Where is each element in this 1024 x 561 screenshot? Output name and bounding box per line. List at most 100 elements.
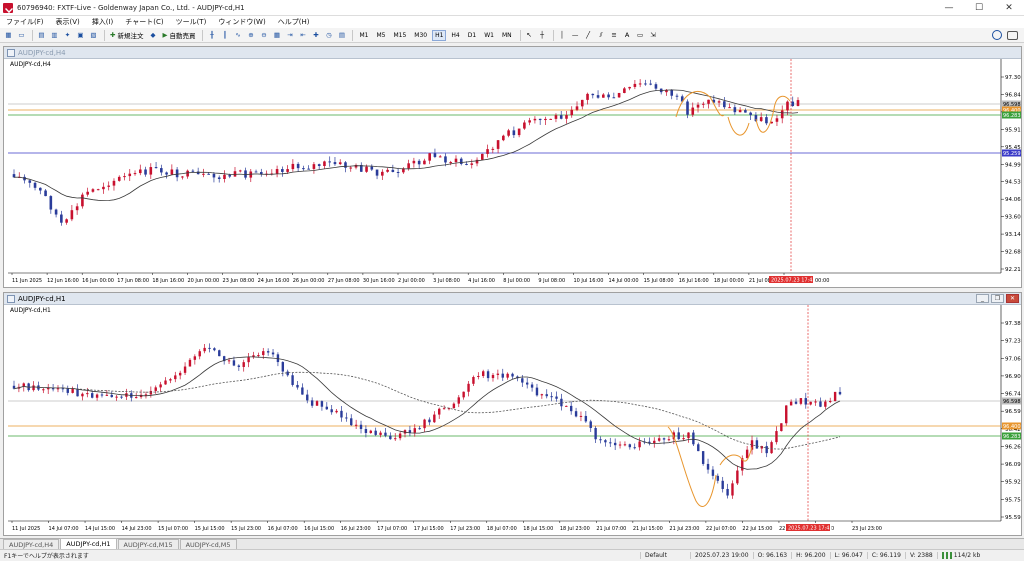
templates-icon[interactable]: ▤ <box>336 30 347 41</box>
candle-body <box>266 351 270 353</box>
timeframe-w1[interactable]: W1 <box>481 30 497 41</box>
candle-body <box>728 107 731 109</box>
chart-close-button[interactable]: ✕ <box>1006 294 1019 303</box>
time-tick-label: 21 Jul 15:00 <box>633 526 663 532</box>
periods-icon[interactable]: ◷ <box>323 30 334 41</box>
label-tool-icon[interactable]: ▭ <box>635 30 646 41</box>
bar-chart-icon[interactable]: ╫ <box>206 30 217 41</box>
metaeditor-icon[interactable]: ◆ <box>147 30 158 41</box>
line-chart-icon[interactable]: ∿ <box>232 30 243 41</box>
cursor-icon[interactable]: ↖ <box>524 30 535 41</box>
menu-file[interactable]: ファイル(F) <box>0 17 50 27</box>
candle-body <box>596 95 600 98</box>
trendline-icon[interactable]: ╱ <box>583 30 594 41</box>
timeframe-mn[interactable]: MN <box>499 30 515 41</box>
menu-chart[interactable]: チャート(C) <box>119 17 169 27</box>
chart-window-h4[interactable]: AUDJPY-cd,H4 AUDJPY-cd,H4 97.300 96.840 96.… <box>3 46 1022 288</box>
timeframe-m30[interactable]: M30 <box>411 30 430 41</box>
chart-minimize-button[interactable]: _ <box>976 294 989 303</box>
title-bar: 60796940: FXTF-Live - Goldenway Japan Co… <box>0 0 1024 16</box>
candle-body <box>442 408 446 410</box>
menu-tools[interactable]: ツール(T) <box>170 17 213 27</box>
candle-body <box>107 185 111 187</box>
candle-body <box>312 164 316 169</box>
candle-body <box>149 167 153 175</box>
market-watch-icon[interactable]: ▤ <box>36 30 47 41</box>
candle-body <box>691 107 695 115</box>
time-tick-label: 14 Jul 23:00 <box>122 526 152 532</box>
tab-audjpy-m15[interactable]: AUDJPY-cd,M15 <box>117 539 179 549</box>
time-tick-label: 16 Jul 23:00 <box>341 526 371 532</box>
timeframe-d1[interactable]: D1 <box>465 30 479 41</box>
new-chart-icon[interactable]: ▦ <box>3 30 14 41</box>
minimize-button[interactable]: — <box>934 0 964 16</box>
price-chart-h4[interactable]: AUDJPY-cd,H497.30096.84096.41095.91095.4… <box>4 59 1021 287</box>
menu-insert[interactable]: 挿入(I) <box>86 17 120 27</box>
candle-body <box>604 440 607 443</box>
tile-windows-icon[interactable]: ▦ <box>271 30 282 41</box>
candle-body <box>423 160 426 165</box>
candle-body <box>809 401 812 405</box>
navigator-icon[interactable]: ✦ <box>62 30 73 41</box>
time-tick-label: 16 Jun 00:00 <box>82 278 114 284</box>
time-tick-label: 9 Jul 08:00 <box>538 278 565 284</box>
channel-icon[interactable]: ⫽ <box>596 30 607 41</box>
chart-window-h1[interactable]: AUDJPY-cd,H1 _ ❐ ✕ AUDJPY-cd,H1 97.380 97.… <box>3 292 1022 536</box>
chat-icon[interactable] <box>1007 31 1018 40</box>
candle-body <box>170 169 174 175</box>
candle-body <box>579 415 583 417</box>
arrows-tool-icon[interactable]: ⇲ <box>648 30 659 41</box>
tab-audjpy-m5[interactable]: AUDJPY-cd,M5 <box>179 539 237 549</box>
candle-body <box>291 163 295 170</box>
candle-body <box>819 401 822 407</box>
zoom-out-icon[interactable]: ⊖ <box>258 30 269 41</box>
candle-body <box>545 394 548 397</box>
text-tool-icon[interactable]: A <box>622 30 633 41</box>
candlestick-icon[interactable]: ┃ <box>219 30 230 41</box>
candle-body <box>323 161 326 167</box>
indicators-icon[interactable]: ✚ <box>310 30 321 41</box>
menu-view[interactable]: 表示(V) <box>50 17 86 27</box>
timeframe-m15[interactable]: M15 <box>390 30 409 41</box>
menu-help[interactable]: ヘルプ(H) <box>272 17 316 27</box>
candle-body <box>433 414 436 423</box>
vertical-line-icon[interactable]: │ <box>557 30 568 41</box>
timeframe-h1[interactable]: H1 <box>432 29 447 41</box>
tab-audjpy-h4[interactable]: AUDJPY-cd,H4 <box>3 539 60 549</box>
auto-trading-button[interactable]: ▶ 自動売買 <box>160 30 197 41</box>
timeframe-h4[interactable]: H4 <box>448 30 462 41</box>
tab-audjpy-h1[interactable]: AUDJPY-cd,H1 <box>60 538 117 549</box>
tester-icon[interactable]: ▧ <box>88 30 99 41</box>
close-button[interactable]: ✕ <box>994 0 1024 16</box>
search-icon[interactable] <box>992 30 1002 40</box>
chart-shift-icon[interactable]: ⇤ <box>297 30 308 41</box>
status-close: C: 96.119 <box>866 552 905 559</box>
candle-body <box>653 440 656 444</box>
candle-body <box>786 101 789 111</box>
timeframe-m5[interactable]: M5 <box>373 30 388 41</box>
new-order-button[interactable]: ✚ 新規注文 <box>108 30 145 41</box>
candle-body <box>675 95 679 97</box>
candle-body <box>237 365 241 367</box>
maximize-button[interactable]: ☐ <box>964 0 994 16</box>
menu-window[interactable]: ウィンドウ(W) <box>212 17 271 27</box>
timeframe-m1[interactable]: M1 <box>356 30 371 41</box>
fibonacci-icon[interactable]: ≡ <box>609 30 620 41</box>
data-window-icon[interactable]: ▥ <box>49 30 60 41</box>
candle-body <box>701 451 705 464</box>
candle-body <box>76 388 79 397</box>
chart-restore-button[interactable]: ❐ <box>991 294 1004 303</box>
candle-body <box>423 419 426 429</box>
candle-body <box>218 350 221 357</box>
terminal-icon[interactable]: ▣ <box>75 30 86 41</box>
candle-body <box>44 190 47 197</box>
main-toolbar: ▦ ▭ ▤ ▥ ✦ ▣ ▧ ✚ 新規注文 ◆ ▶ 自動売買 ╫ ┃ ∿ ⊕ ⊖ ▦ … <box>0 28 1024 43</box>
crosshair-icon[interactable]: ┼ <box>537 30 548 41</box>
zoom-in-icon[interactable]: ⊕ <box>245 30 256 41</box>
price-chart-h1[interactable]: AUDJPY-cd,H1 97.380 97.230 97.060 96.900 96.7… <box>4 305 1021 535</box>
candle-body <box>462 391 465 398</box>
horizontal-line-icon[interactable]: — <box>570 30 581 41</box>
profiles-icon[interactable]: ▭ <box>16 30 27 41</box>
candle-body <box>799 398 803 404</box>
autoscroll-icon[interactable]: ⇥ <box>284 30 295 41</box>
